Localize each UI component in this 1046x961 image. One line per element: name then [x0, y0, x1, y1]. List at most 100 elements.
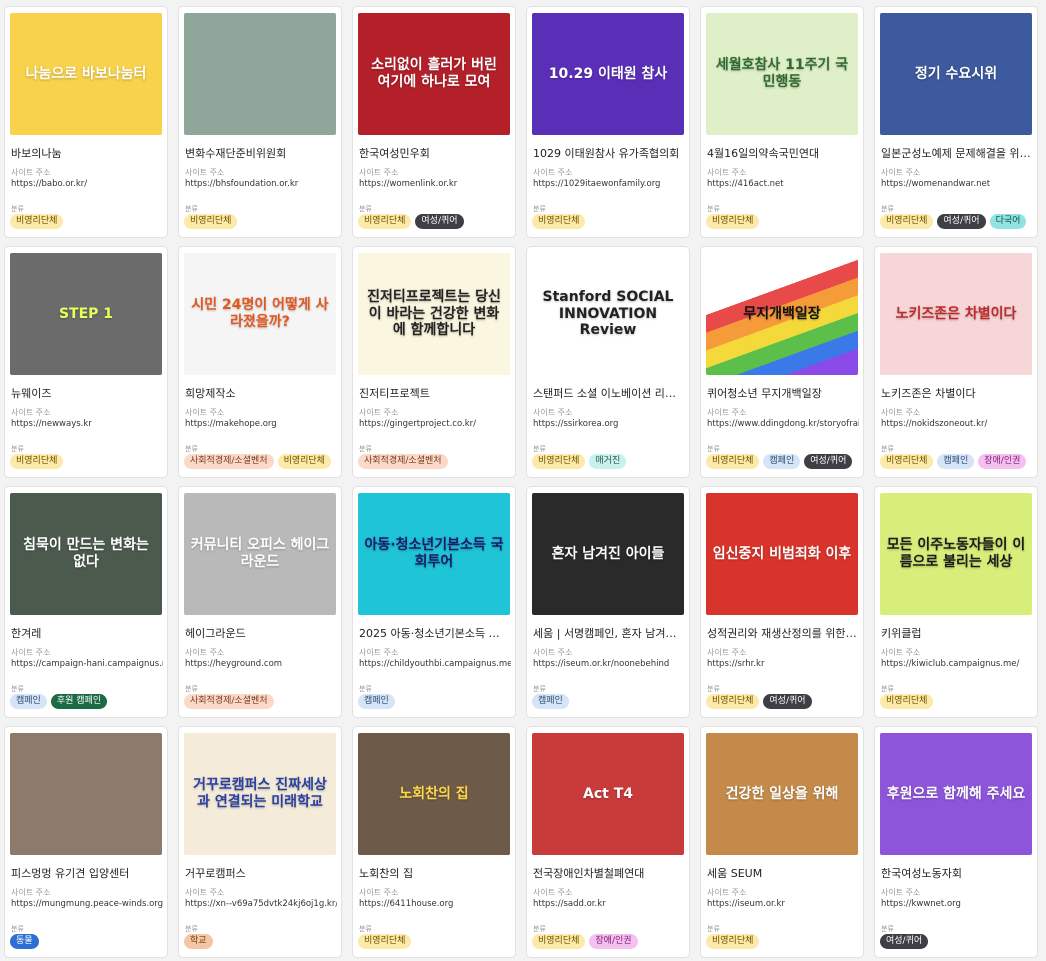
- site-thumbnail[interactable]: 진저티프로젝트는 당신이 바라는 건강한 변화에 함께합니다: [358, 253, 510, 375]
- category-tag[interactable]: 장애/인권: [978, 454, 1027, 469]
- category-tag[interactable]: 여성/퀴어: [937, 214, 986, 229]
- category-tag[interactable]: 사회적경제/소셜벤처: [358, 454, 448, 469]
- site-url[interactable]: https://campaign-hani.campaignus.me: [11, 659, 163, 669]
- category-tag[interactable]: 비영리단체: [358, 934, 412, 949]
- site-url[interactable]: https://1029itaewonfamily.org: [533, 179, 685, 189]
- category-tag[interactable]: 여성/퀴어: [763, 694, 812, 709]
- site-card[interactable]: Act T4 전국장애인차별철폐연대 사이트 주소 https://sadd.or.k…: [526, 726, 690, 958]
- site-url[interactable]: https://iseum.or.kr/noonebehind: [533, 659, 685, 669]
- site-title[interactable]: 거꾸로캠퍼스: [185, 865, 335, 881]
- category-tag[interactable]: 비영리단체: [10, 454, 64, 469]
- site-thumbnail[interactable]: 노회찬의 집: [358, 733, 510, 855]
- site-title[interactable]: 헤이그라운드: [185, 625, 335, 641]
- site-card[interactable]: Stanford SOCIAL INNOVATION Review 스탠퍼드 소셜…: [526, 246, 690, 478]
- site-url[interactable]: https://ssirkorea.org: [533, 419, 685, 429]
- site-card[interactable]: 피스멍멍 유기견 입양센터 사이트 주소 https://mungmung.peac…: [4, 726, 168, 958]
- site-title[interactable]: 세움 SEUM: [707, 865, 857, 881]
- site-title[interactable]: 1029 이태원참사 유가족협의회: [533, 145, 683, 161]
- category-tag[interactable]: 여성/퀴어: [415, 214, 464, 229]
- category-tag[interactable]: 비영리단체: [532, 454, 586, 469]
- site-url[interactable]: https://xn--v69a75dvtk24kj6oj1g.kr/: [185, 899, 337, 909]
- site-title[interactable]: 성적권리와 재생산정의를 위한 센터 셰어: [707, 625, 857, 641]
- site-card[interactable]: 침묵이 만드는 변화는 없다 한겨레 사이트 주소 https://campaign-…: [4, 486, 168, 718]
- category-tag[interactable]: 여성/퀴어: [880, 934, 929, 949]
- site-thumbnail[interactable]: 커뮤니티 오피스 헤이그라운드: [184, 493, 336, 615]
- site-title[interactable]: 뉴웨이즈: [11, 385, 161, 401]
- site-url[interactable]: https://kiwiclub.campaignus.me/: [881, 659, 1033, 669]
- site-url[interactable]: https://kwwnet.org: [881, 899, 1033, 909]
- site-thumbnail[interactable]: 소리없이 흘러가 버린 여기에 하나로 모여: [358, 13, 510, 135]
- site-title[interactable]: 4월16일의약속국민연대: [707, 145, 857, 161]
- category-tag[interactable]: 사회적경제/소셜벤처: [184, 694, 274, 709]
- site-title[interactable]: 진저티프로젝트: [359, 385, 509, 401]
- site-title[interactable]: 희망제작소: [185, 385, 335, 401]
- category-tag[interactable]: 비영리단체: [706, 214, 760, 229]
- category-tag[interactable]: 비영리단체: [706, 694, 760, 709]
- category-tag[interactable]: 비영리단체: [532, 934, 586, 949]
- site-card[interactable]: 정기 수요시위일본군성노예제 문제해결을 위한 정의기억연대사이트 주소 http…: [874, 6, 1038, 238]
- site-url[interactable]: https://iseum.or.kr: [707, 899, 859, 909]
- category-tag[interactable]: 비영리단체: [706, 454, 760, 469]
- category-tag[interactable]: 캠페인: [937, 454, 975, 469]
- site-url[interactable]: https://womenandwar.net: [881, 179, 1033, 189]
- site-title[interactable]: 세움 | 서명캠페인, 혼자 남겨진 아이들: [533, 625, 683, 641]
- site-thumbnail[interactable]: STEP 1: [10, 253, 162, 375]
- site-thumbnail[interactable]: 침묵이 만드는 변화는 없다: [10, 493, 162, 615]
- site-thumbnail[interactable]: 정기 수요시위: [880, 13, 1032, 135]
- site-thumbnail[interactable]: 10.29 이태원 참사: [532, 13, 684, 135]
- site-url[interactable]: https://newways.kr: [11, 419, 163, 429]
- site-thumbnail[interactable]: 아동·청소년기본소득 국회투어: [358, 493, 510, 615]
- site-card[interactable]: 건강한 일상을 위해 세움 SEUM 사이트 주소 https://iseum.or.…: [700, 726, 864, 958]
- category-tag[interactable]: 비영리단체: [880, 214, 934, 229]
- site-url[interactable]: https://womenlink.or.kr: [359, 179, 511, 189]
- site-url[interactable]: https://nokidszoneout.kr/: [881, 419, 1033, 429]
- site-title[interactable]: 한국여성노동자회: [881, 865, 1031, 881]
- site-thumbnail[interactable]: 나눔으로 바보나눔터: [10, 13, 162, 135]
- site-card[interactable]: 노키즈존은 차별이다 노키즈존은 차별이다 사이트 주소 https://nokids…: [874, 246, 1038, 478]
- category-tag[interactable]: 동물: [10, 934, 39, 949]
- site-card[interactable]: 노회찬의 집 노회찬의 집 사이트 주소 https://6411house.org 분…: [352, 726, 516, 958]
- site-title[interactable]: 일본군성노예제 문제해결을 위한 정의기억연대: [881, 145, 1031, 161]
- category-tag[interactable]: 비영리단체: [880, 694, 934, 709]
- site-url[interactable]: https://www.ddingdong.kr/storyofrainbow: [707, 419, 859, 429]
- site-card[interactable]: STEP 1 뉴웨이즈 사이트 주소 https://newways.kr 분류 비영리단…: [4, 246, 168, 478]
- category-tag[interactable]: 다국어: [989, 214, 1027, 229]
- site-thumbnail[interactable]: Act T4: [532, 733, 684, 855]
- category-tag[interactable]: 비영리단체: [706, 934, 760, 949]
- site-url[interactable]: https://babo.or.kr/: [11, 179, 163, 189]
- category-tag[interactable]: 장애/인권: [589, 934, 638, 949]
- site-thumbnail[interactable]: 모든 이주노동자들이 이름으로 불리는 세상: [880, 493, 1032, 615]
- site-thumbnail[interactable]: 노키즈존은 차별이다: [880, 253, 1032, 375]
- site-title[interactable]: 퀴어청소년 무지개백일장: [707, 385, 857, 401]
- site-card[interactable]: 10.29 이태원 참사 1029 이태원참사 유가족협의회 사이트 주소 https…: [526, 6, 690, 238]
- site-card[interactable]: 커뮤니티 오피스 헤이그라운드 헤이그라운드 사이트 주소 https://heygr…: [178, 486, 342, 718]
- site-url[interactable]: https://childyouthbi.campaignus.me/: [359, 659, 511, 669]
- site-url[interactable]: https://makehope.org: [185, 419, 337, 429]
- site-title[interactable]: 한겨레: [11, 625, 161, 641]
- site-thumbnail[interactable]: 거꾸로캠퍼스 진짜세상과 연결되는 미래학교: [184, 733, 336, 855]
- site-url[interactable]: https://416act.net: [707, 179, 859, 189]
- site-title[interactable]: 2025 아동·청소년기본소득 국회투어: [359, 625, 509, 641]
- site-url[interactable]: https://gingertproject.co.kr/: [359, 419, 511, 429]
- category-tag[interactable]: 여성/퀴어: [804, 454, 853, 469]
- site-title[interactable]: 스탠퍼드 소셜 이노베이션 리뷰 코리아: [533, 385, 683, 401]
- site-title[interactable]: 변화수재단준비위원회: [185, 145, 335, 161]
- category-tag[interactable]: 후원 캠페인: [50, 694, 108, 709]
- category-tag[interactable]: 비영리단체: [277, 454, 331, 469]
- site-url[interactable]: https://sadd.or.kr: [533, 899, 685, 909]
- site-card[interactable]: 무지개백일장 퀴어청소년 무지개백일장 사이트 주소 https://www.ddin…: [700, 246, 864, 478]
- site-title[interactable]: 키위클럽: [881, 625, 1031, 641]
- category-tag[interactable]: 캠페인: [763, 454, 801, 469]
- site-card[interactable]: 아동·청소년기본소득 국회투어 2025 아동·청소년기본소득 국회투어사이트 주…: [352, 486, 516, 718]
- site-url[interactable]: https://bhsfoundation.or.kr: [185, 179, 337, 189]
- site-card[interactable]: 혼자 남겨진 아이들세움 | 서명캠페인, 혼자 남겨진 아이들사이트 주소 ht…: [526, 486, 690, 718]
- site-card[interactable]: 모든 이주노동자들이 이름으로 불리는 세상 키위클럽 사이트 주소 https://…: [874, 486, 1038, 718]
- site-title[interactable]: 한국여성민우회: [359, 145, 509, 161]
- site-thumbnail[interactable]: 무지개백일장: [706, 253, 858, 375]
- category-tag[interactable]: 비영리단체: [532, 214, 586, 229]
- site-thumbnail[interactable]: 건강한 일상을 위해: [706, 733, 858, 855]
- site-url[interactable]: https://heyground.com: [185, 659, 337, 669]
- site-title[interactable]: 노키즈존은 차별이다: [881, 385, 1031, 401]
- site-card[interactable]: 나눔으로 바보나눔터 바보의나눔 사이트 주소 https://babo.or.kr/…: [4, 6, 168, 238]
- site-title[interactable]: 피스멍멍 유기견 입양센터: [11, 865, 161, 881]
